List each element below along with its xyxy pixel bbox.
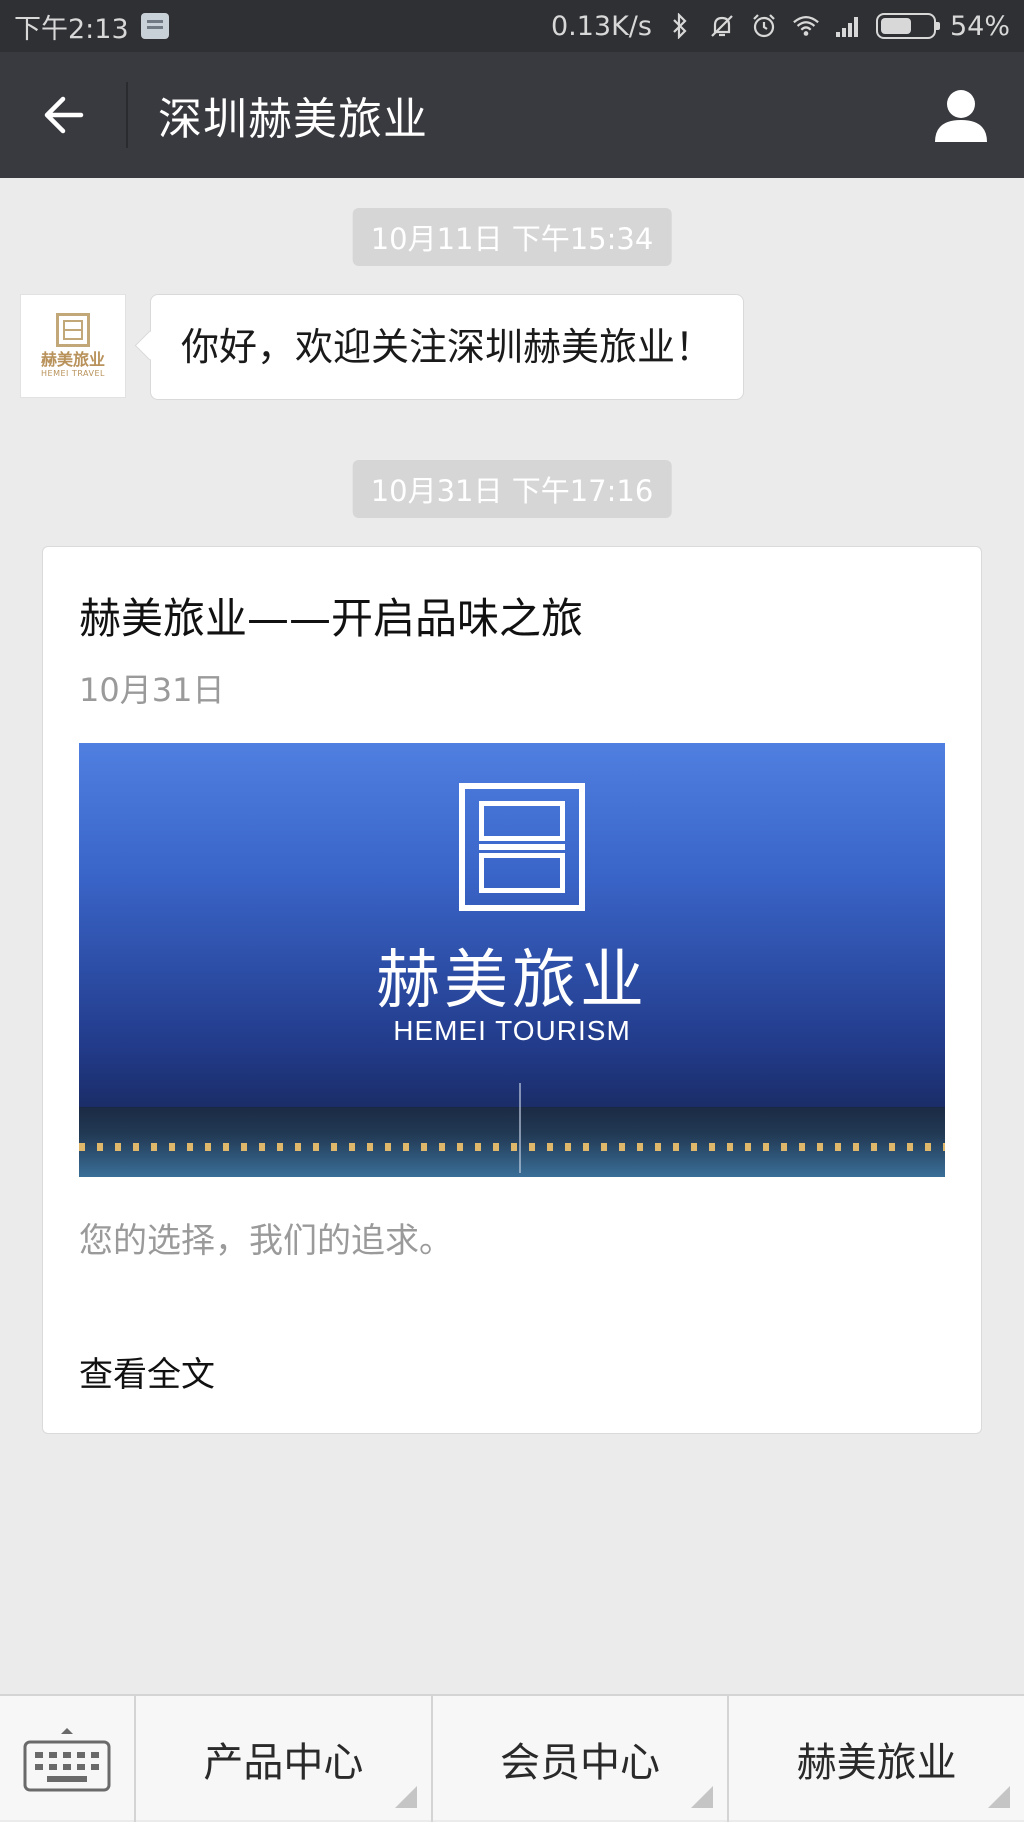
avatar-brand-en: HEMEI TRAVEL	[41, 369, 105, 378]
alarm-icon	[750, 12, 778, 40]
status-bar: 下午2:13 0.13K/s 54%	[0, 0, 1024, 52]
menu-product-center[interactable]: 产品中心	[136, 1696, 433, 1822]
battery-percent: 54%	[949, 10, 1010, 42]
mute-bell-icon	[708, 12, 736, 40]
menu-hemei-travel[interactable]: 赫美旅业	[729, 1696, 1024, 1822]
back-arrow-icon	[44, 96, 84, 134]
notification-app-icon	[140, 13, 169, 39]
keyboard-icon	[23, 1728, 111, 1792]
submenu-corner-icon	[988, 1786, 1011, 1808]
message-timestamp: 10月31日 下午17:16	[352, 460, 672, 518]
brand-logo-icon	[56, 313, 90, 347]
status-time: 下午2:13	[14, 13, 129, 45]
bluetooth-icon	[666, 12, 694, 40]
cover-mast	[519, 1083, 521, 1173]
battery-icon	[875, 13, 940, 39]
avatar[interactable]: 赫美旅业 HEMEI TRAVEL	[20, 294, 126, 398]
cover-shoreline	[79, 1107, 945, 1177]
cover-brand-cn: 赫美旅业	[376, 944, 648, 1018]
bottom-menu-bar: 产品中心 会员中心 赫美旅业	[0, 1694, 1024, 1822]
submenu-corner-icon	[394, 1786, 417, 1808]
profile-button[interactable]	[898, 52, 1024, 178]
submenu-corner-icon	[691, 1786, 714, 1808]
message-row: 赫美旅业 HEMEI TRAVEL 你好，欢迎关注深圳赫美旅业！	[20, 294, 745, 400]
message-bubble[interactable]: 你好，欢迎关注深圳赫美旅业！	[150, 294, 745, 400]
menu-label: 赫美旅业	[796, 1740, 957, 1786]
back-button[interactable]	[0, 52, 126, 178]
chat-header: 深圳赫美旅业	[0, 52, 1024, 178]
article-digest: 您的选择，我们的追求。	[79, 1221, 453, 1261]
cover-brand-en: HEMEI TOURISM	[393, 1015, 631, 1046]
signal-icon	[834, 12, 862, 40]
keyboard-toggle-button[interactable]	[0, 1696, 136, 1822]
menu-label: 会员中心	[500, 1740, 660, 1786]
cover-lights	[79, 1143, 945, 1151]
status-left: 下午2:13	[14, 7, 169, 46]
article-cover-image: 赫美旅业 HEMEI TOURISM	[79, 743, 945, 1177]
person-icon	[935, 90, 987, 142]
header-divider	[126, 82, 128, 148]
read-full-article-link[interactable]: 查看全文	[79, 1347, 215, 1396]
network-speed: 0.13K/s	[550, 10, 652, 42]
article-card[interactable]: 赫美旅业——开启品味之旅 10月31日 赫美旅业 HEMEI TOURISM 您…	[42, 546, 982, 1434]
message-timestamp: 10月11日 下午15:34	[352, 208, 672, 266]
article-title: 赫美旅业——开启品味之旅	[79, 594, 584, 643]
status-right: 0.13K/s 54%	[551, 11, 1010, 42]
chat-area[interactable]: 10月11日 下午15:34 赫美旅业 HEMEI TRAVEL 你好，欢迎关注…	[0, 178, 1024, 1694]
brand-logo-icon	[459, 783, 585, 911]
menu-member-center[interactable]: 会员中心	[433, 1696, 730, 1822]
menu-label: 产品中心	[203, 1740, 364, 1786]
avatar-brand-cn: 赫美旅业	[40, 350, 105, 369]
article-date: 10月31日	[79, 671, 225, 709]
page-title: 深圳赫美旅业	[158, 94, 428, 145]
wifi-icon	[792, 12, 820, 40]
